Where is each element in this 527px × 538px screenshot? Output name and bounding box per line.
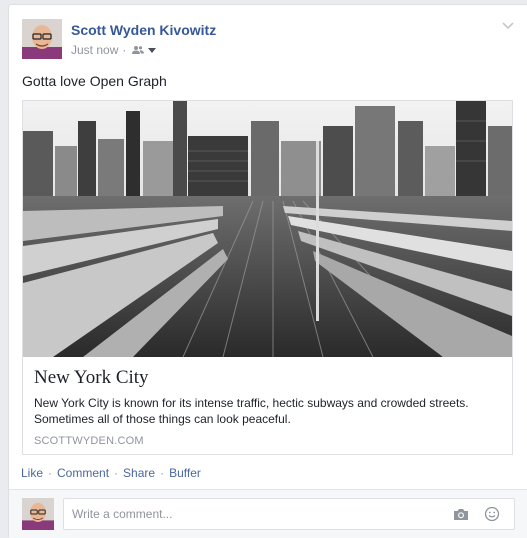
commenter-avatar (22, 498, 54, 530)
post-meta: Just now · (71, 43, 157, 57)
link-title[interactable]: New York City (34, 367, 149, 389)
author-avatar[interactable] (22, 19, 62, 59)
post-card: Scott Wyden Kivowitz Just now · Gotta lo… (8, 4, 527, 538)
meta-separator: · (122, 43, 127, 57)
comment-link[interactable]: Comment (57, 466, 109, 480)
post-actions: Like · Comment · Share · Buffer (21, 466, 201, 480)
caret-down-icon (148, 48, 157, 53)
smiley-icon[interactable] (484, 506, 500, 522)
comment-bar (9, 489, 527, 538)
link-preview-image[interactable] (23, 101, 512, 357)
camera-icon[interactable] (453, 508, 469, 521)
friends-icon (132, 46, 145, 54)
action-separator: · (48, 466, 53, 480)
author-name[interactable]: Scott Wyden Kivowitz (71, 22, 216, 38)
link-preview[interactable]: New York City New York City is known for… (22, 100, 513, 455)
comment-input[interactable] (63, 498, 515, 530)
post-header: Scott Wyden Kivowitz Just now · (22, 19, 517, 61)
audience-selector[interactable] (132, 45, 157, 55)
action-separator: · (160, 466, 165, 480)
buffer-link[interactable]: Buffer (169, 466, 201, 480)
chevron-down-icon[interactable] (501, 21, 515, 31)
like-link[interactable]: Like (21, 466, 43, 480)
action-separator: · (114, 466, 119, 480)
link-description: New York City is known for its intense t… (34, 396, 469, 426)
post-text: Gotta love Open Graph (22, 73, 167, 89)
post-timestamp[interactable]: Just now (71, 43, 118, 57)
share-link[interactable]: Share (123, 466, 155, 480)
link-domain: SCOTTWYDEN.COM (34, 435, 144, 447)
